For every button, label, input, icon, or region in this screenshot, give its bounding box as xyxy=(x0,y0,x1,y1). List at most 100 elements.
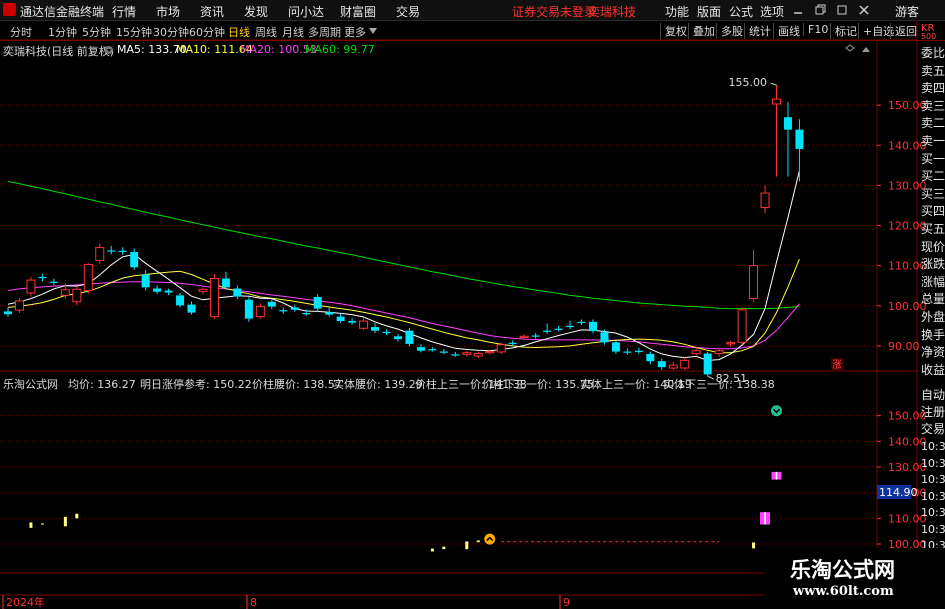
candle-body xyxy=(118,250,127,253)
candle-body xyxy=(611,342,620,352)
panel-label: 涨跌 xyxy=(921,257,945,272)
candle-body xyxy=(302,313,311,315)
candle-body xyxy=(244,299,253,319)
panel-sub-label: 注册 xyxy=(921,405,945,419)
panel-label: 卖五 xyxy=(921,63,945,78)
candle-body xyxy=(382,331,391,334)
candle-body xyxy=(4,311,12,315)
candle-body xyxy=(543,330,552,332)
panel-label: 买二 xyxy=(921,169,945,184)
panel-label: 换手 xyxy=(921,327,945,342)
candle-body xyxy=(38,276,47,279)
candle-body xyxy=(554,328,563,330)
low-price-label: 82.51 xyxy=(716,372,748,385)
candle-body xyxy=(473,353,483,357)
panel-label: 买四 xyxy=(921,204,945,219)
candle-body xyxy=(451,354,460,356)
collapse-arrow-icon xyxy=(862,47,870,52)
price-tick-label: 90.00 xyxy=(888,340,920,353)
candle-body xyxy=(393,336,402,340)
candle-body xyxy=(95,247,105,261)
candle-body xyxy=(760,192,770,208)
candle-body xyxy=(198,288,208,292)
candle-body xyxy=(164,290,173,293)
candle-body xyxy=(72,288,82,303)
candles xyxy=(4,85,804,377)
candle-body xyxy=(359,320,369,329)
signal-bar xyxy=(752,542,756,549)
panel-time: 10:37 xyxy=(921,473,945,486)
candle-body xyxy=(130,252,139,268)
panel-label: 现价 xyxy=(921,239,945,254)
candle-body xyxy=(783,117,792,130)
date-axis: 2024年 8 9 xyxy=(2,595,570,609)
candle-body xyxy=(255,306,265,318)
date-tick-label: 8 xyxy=(250,596,257,609)
candle-body xyxy=(325,312,334,315)
candle-body xyxy=(749,265,759,300)
candle-body xyxy=(668,364,678,369)
candle-body xyxy=(107,250,116,252)
panel-label: 买三 xyxy=(921,186,945,201)
panel-time: 10:37 xyxy=(921,522,945,536)
panel-label: 外盘 xyxy=(921,310,945,324)
candle-body xyxy=(26,279,36,294)
candle-body xyxy=(519,335,529,338)
panel-sub-label: 自动 xyxy=(921,388,945,402)
candle-body xyxy=(405,330,414,344)
candle-body xyxy=(588,321,597,332)
panel-label: 买一 xyxy=(921,151,945,166)
panel-label: 总量 xyxy=(921,292,945,307)
candle-body xyxy=(209,278,219,318)
signal-bar xyxy=(430,548,434,552)
signal-bar xyxy=(476,540,480,543)
high-pointer-line xyxy=(770,82,777,86)
price-axis: 90.00100.00110.00120.00130.00140.00150.0… xyxy=(877,99,927,353)
candle-body xyxy=(657,361,666,368)
candle-body xyxy=(336,316,345,322)
sub-axis: 100.00110.00120.00130.00140.00150.00114.… xyxy=(877,410,927,551)
watermark: 乐淘公式网 www.60lt.com xyxy=(764,548,945,609)
candle-body xyxy=(439,351,448,353)
candle-body xyxy=(290,307,299,310)
candle-body xyxy=(577,321,586,324)
panel-time: 10:37 xyxy=(921,440,945,453)
candle-body xyxy=(634,350,643,352)
panel-label: 卖二 xyxy=(921,116,945,131)
signal-bar xyxy=(40,523,44,525)
candle-body xyxy=(462,352,472,355)
candle-body xyxy=(153,288,162,292)
candle-body xyxy=(726,342,736,345)
candle-body xyxy=(714,350,724,355)
zhang-label: 涨 xyxy=(832,359,842,371)
candle-body xyxy=(566,325,575,328)
candle-body xyxy=(141,274,150,288)
candle-body xyxy=(313,296,322,309)
candle-body xyxy=(600,332,609,343)
candle-body xyxy=(737,309,747,343)
panel-label: 卖一 xyxy=(921,134,945,148)
candlestick-chart[interactable]: 90.00 100.00110.00120.00130.00140.00150.0… xyxy=(0,0,945,609)
candle-body xyxy=(680,359,690,369)
signal-bar xyxy=(63,516,67,527)
chart-grid xyxy=(0,20,918,609)
candle-body xyxy=(795,129,804,149)
candle-body xyxy=(371,327,380,331)
panel-sub-label: 交易 xyxy=(921,422,945,436)
candle-body xyxy=(267,301,276,307)
panel-label: 净资 xyxy=(921,345,945,360)
candle-body xyxy=(508,342,517,344)
signal-bar xyxy=(465,541,469,550)
candle-body xyxy=(60,289,70,296)
candle-body xyxy=(771,98,781,105)
panel-label: 卖三 xyxy=(921,98,945,113)
candle-body xyxy=(279,310,288,312)
low-pointer-line xyxy=(707,375,714,380)
candle-body xyxy=(428,349,437,351)
candle-body xyxy=(416,347,425,351)
signal-bar xyxy=(442,546,446,550)
candle-body xyxy=(49,281,58,283)
sub-indicator xyxy=(29,405,782,552)
signal-bar xyxy=(75,513,79,519)
panel-label: 委比 xyxy=(921,46,945,60)
